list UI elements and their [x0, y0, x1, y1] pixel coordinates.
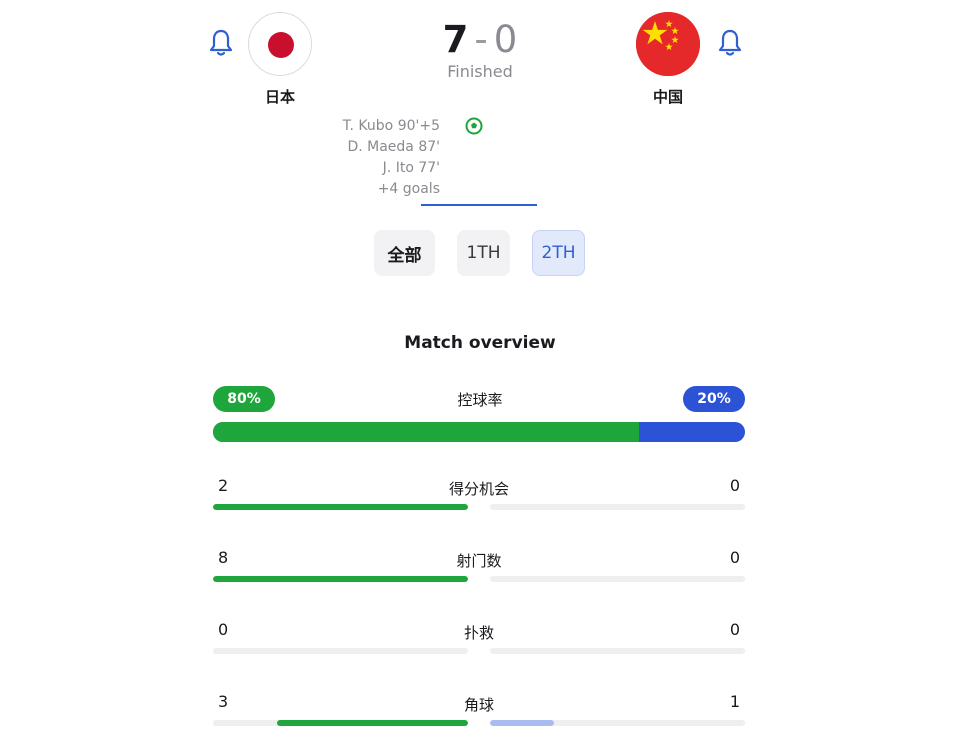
stat-home-value: 3 [218, 692, 229, 711]
section-title: Match overview [404, 333, 556, 353]
stat-home-value: 2 [218, 476, 229, 495]
stat-row: 8 射门数 0 [213, 548, 745, 588]
stat-label: 射门数 [456, 552, 502, 570]
stat-away-track [490, 720, 745, 726]
stat-home-fill [276, 720, 468, 726]
soccer-ball-icon [465, 117, 483, 135]
stat-away-track [490, 504, 745, 510]
score-separator: - [474, 18, 488, 61]
possession-home-fill [213, 422, 639, 442]
stat-label: 角球 [463, 696, 494, 714]
stat-away-value: 1 [729, 692, 740, 711]
scorer-item: J. Ito 77' [382, 160, 440, 176]
scorer-item: D. Maeda 87' [347, 139, 440, 155]
stat-home-value: 0 [218, 620, 229, 639]
stat-row: 3 角球 1 [213, 692, 745, 732]
stat-home-value: 8 [218, 548, 229, 567]
away-score: 0 [493, 18, 518, 61]
stat-away-fill [490, 720, 554, 726]
match-status: Finished [447, 62, 513, 81]
more-goals-link[interactable]: +4 goals [300, 179, 440, 200]
stat-away-value: 0 [729, 548, 740, 567]
stat-home-track [213, 576, 468, 582]
stat-home-fill [213, 576, 468, 582]
tab-second-half[interactable]: 2TH [532, 230, 585, 276]
stat-away-track [490, 648, 745, 654]
china-flag-icon [636, 12, 700, 76]
tab-first-half[interactable]: 1TH [457, 230, 510, 276]
home-notify-bell-icon[interactable] [208, 28, 234, 58]
away-possession-badge: 20% [683, 386, 745, 412]
stat-row: 0 扑救 0 [213, 620, 745, 660]
scorer-item: T. Kubo 90'+5 [342, 118, 440, 134]
stat-row: 2 得分机会 0 [213, 476, 745, 516]
stat-label: 得分机会 [448, 480, 509, 498]
scoreline: 7-0 [380, 18, 580, 62]
stat-away-value: 0 [729, 620, 740, 639]
stat-away-track [490, 576, 745, 582]
home-possession-badge: 80% [213, 386, 275, 412]
away-team-name[interactable]: 中国 [628, 86, 708, 107]
possession-label: 控球率 [457, 391, 503, 409]
stat-home-track [213, 504, 468, 510]
goal-scorers-list: T. Kubo 90'+5 D. Maeda 87' J. Ito 77' +4… [300, 116, 440, 200]
tab-all-periods[interactable]: 全部 [374, 230, 435, 276]
away-notify-bell-icon[interactable] [717, 28, 743, 58]
home-score: 7 [442, 18, 469, 61]
home-team-name[interactable]: 日本 [240, 86, 320, 107]
stat-label: 扑救 [463, 624, 494, 642]
stat-home-track [213, 720, 468, 726]
scorers-underline [421, 204, 537, 206]
possession-bar [213, 422, 745, 442]
stat-home-fill [213, 504, 468, 510]
stat-away-value: 0 [729, 476, 740, 495]
stat-home-track [213, 648, 468, 654]
japan-flag-icon [248, 12, 312, 76]
